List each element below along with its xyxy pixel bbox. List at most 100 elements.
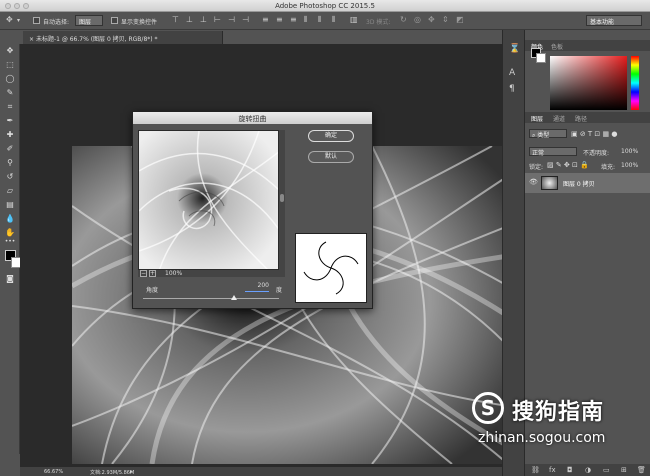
align-vcenter-icon[interactable]: ⊥ <box>186 15 193 24</box>
layer-style-icon[interactable]: fx <box>549 466 556 474</box>
document-tab[interactable]: × 未标题-1 @ 66.7% (图层 0 拷贝, RGB/8*) * <box>23 31 223 44</box>
angle-unit: 度 <box>276 287 283 294</box>
fill-value[interactable]: 100% <box>621 162 638 169</box>
align-top-icon[interactable]: ⊤ <box>172 15 179 24</box>
visibility-eye-icon[interactable]: 👁 <box>529 178 538 186</box>
app-title: Adobe Photoshop CC 2015.5 <box>275 2 375 10</box>
opacity-label: 不透明度: <box>583 150 610 157</box>
lock-icons[interactable]: ▨ ✎ ✥ ⊡ 🔒 <box>547 161 589 169</box>
distribute-vcenter-icon[interactable]: ≡ <box>276 15 283 24</box>
layer-row[interactable]: 👁 图层 0 拷贝 <box>525 173 650 193</box>
angle-slider-track[interactable] <box>143 298 279 299</box>
add-mask-icon[interactable]: ◘ <box>567 466 573 474</box>
status-doc-info[interactable]: 文档:2.93M/5.86M <box>90 469 134 476</box>
adjustment-layer-icon[interactable]: ◑ <box>585 466 591 474</box>
crop-tool-icon[interactable]: ⌗ <box>1 102 19 115</box>
distribute-top-icon[interactable]: ≡ <box>262 15 269 24</box>
watermark-url: zhinan.sogou.com <box>478 430 606 446</box>
layer-kind-filter[interactable]: ⌕ 类型 <box>529 129 567 139</box>
eraser-tool-icon[interactable]: ▱ <box>1 186 19 199</box>
zoom-in-button[interactable]: + <box>149 270 156 277</box>
filter-type-icons[interactable]: ▣ ⊘ T ⊡ ▦ ● <box>571 130 617 138</box>
filter-preview[interactable] <box>138 130 279 270</box>
distribute-bottom-icon[interactable]: ≡ <box>290 15 297 24</box>
tool-preset-dropdown-icon[interactable]: ▾ <box>17 17 20 24</box>
status-menu-chevron-icon[interactable]: ▸ <box>130 469 133 475</box>
options-bar: ✥ ▾ 自动选择: 图层 显示变换控件 ⊤ ⊥ ⊥ ⊢ ⊣ ⊣ ≡ ≡ ≡ ⫴ … <box>0 12 650 30</box>
workspace-switcher[interactable]: 基本功能 <box>586 15 642 26</box>
show-transform-label: 显示变换控件 <box>121 19 158 26</box>
angle-input[interactable]: 200 <box>245 282 269 292</box>
show-transform-checkbox[interactable] <box>111 17 118 24</box>
eyedropper-tool-icon[interactable]: ✒ <box>1 116 19 129</box>
scroll-thumb[interactable] <box>280 194 284 202</box>
status-zoom[interactable]: 66.67% <box>44 469 63 475</box>
zoom-out-button[interactable]: − <box>140 270 147 277</box>
align-hcenter-icon[interactable]: ⊣ <box>228 15 235 24</box>
new-group-icon[interactable]: ▭ <box>603 466 610 474</box>
title-bar: Adobe Photoshop CC 2015.5 <box>0 0 650 12</box>
tools-panel: ✥ ⬚ ◯ ✎ ⌗ ✒ ✚ ✐ ⚲ ↺ ▱ ▤ 💧 ✋ ••• ◙ <box>0 44 22 454</box>
twirl-dialog: 旋转扭曲 − + 100% 角度 200 度 确定 默认 <box>132 111 373 309</box>
quick-select-tool-icon[interactable]: ✎ <box>1 88 19 101</box>
new-layer-icon[interactable]: ⊞ <box>621 466 627 474</box>
preview-zoom-value: 100% <box>165 270 183 277</box>
layer-name[interactable]: 图层 0 拷贝 <box>563 179 595 188</box>
opacity-value[interactable]: 100% <box>621 148 638 155</box>
close-tab-icon[interactable]: × <box>29 36 36 43</box>
distribute-right-icon[interactable]: ⫴ <box>332 15 335 25</box>
lasso-tool-icon[interactable]: ◯ <box>1 74 19 87</box>
gradient-tool-icon[interactable]: ▤ <box>1 200 19 213</box>
default-button[interactable]: 默认 <box>308 151 354 163</box>
preview-artwork <box>139 131 278 269</box>
ok-button[interactable]: 确定 <box>308 130 354 142</box>
dialog-title: 旋转扭曲 <box>133 112 372 124</box>
tab-layers[interactable]: 图层 <box>531 114 543 123</box>
link-layers-icon[interactable]: ⛓ <box>531 466 540 474</box>
auto-select-dropdown[interactable]: 图层 <box>75 15 103 26</box>
align-left-icon[interactable]: ⊢ <box>214 15 221 24</box>
document-tab-label: 未标题-1 @ 66.7% (图层 0 拷贝, RGB/8*) * <box>35 36 158 43</box>
history-panel-icon[interactable]: ⌛ <box>509 44 520 54</box>
3d-mode-label: 3D 模式: <box>366 19 391 26</box>
distribute-left-icon[interactable]: ⫴ <box>304 15 307 25</box>
delete-layer-icon[interactable]: 🗑 <box>637 466 646 474</box>
blur-tool-icon[interactable]: 💧 <box>1 214 19 227</box>
layers-panel-tabs: 图层 通道 路径 <box>525 112 650 123</box>
clone-stamp-tool-icon[interactable]: ⚲ <box>1 158 19 171</box>
character-panel-icon[interactable]: A <box>509 68 515 78</box>
move-tool-icon[interactable]: ✥ <box>1 46 19 59</box>
3d-orbit-icon[interactable]: ↻ <box>400 15 407 24</box>
brush-tool-icon[interactable]: ✐ <box>1 144 19 157</box>
status-bar: 66.67% 文档:2.93M/5.86M ▸ <box>20 466 502 476</box>
angle-label: 角度 <box>146 287 159 294</box>
healing-brush-tool-icon[interactable]: ✚ <box>1 130 19 143</box>
align-bottom-icon[interactable]: ⊥ <box>200 15 207 24</box>
quick-mask-icon[interactable]: ◙ <box>1 274 19 287</box>
watermark-brand: 搜狗指南 <box>512 400 605 425</box>
marquee-tool-icon[interactable]: ⬚ <box>1 60 19 73</box>
auto-select-checkbox[interactable] <box>33 17 40 24</box>
preview-vertical-scrollbar[interactable] <box>279 130 285 270</box>
tab-paths[interactable]: 路径 <box>575 114 587 123</box>
angle-slider-thumb[interactable] <box>231 295 238 300</box>
distribute-hcenter-icon[interactable]: ⫴ <box>318 15 321 25</box>
hue-slider[interactable] <box>631 56 639 110</box>
paragraph-panel-icon[interactable]: ¶ <box>509 84 515 94</box>
3d-scale-icon[interactable]: ◩ <box>456 15 464 24</box>
3d-roll-icon[interactable]: ◎ <box>414 15 421 24</box>
twirl-shape-icon <box>303 241 359 295</box>
auto-align-icon[interactable]: ▥ <box>350 15 358 24</box>
history-brush-tool-icon[interactable]: ↺ <box>1 172 19 185</box>
3d-drag-icon[interactable]: ✥ <box>428 15 435 24</box>
color-panel-background[interactable] <box>536 53 546 63</box>
tab-channels[interactable]: 通道 <box>553 114 565 123</box>
auto-select-label: 自动选择: <box>43 19 70 26</box>
blend-mode-dropdown[interactable]: 正常 <box>529 147 577 157</box>
preview-horizontal-scrollbar[interactable] <box>138 270 285 277</box>
move-tool-icon[interactable]: ✥ <box>6 15 13 24</box>
lock-label: 锁定: <box>529 164 544 171</box>
3d-slide-icon[interactable]: ⇕ <box>442 15 449 24</box>
color-spectrum-field[interactable] <box>550 56 627 110</box>
align-right-icon[interactable]: ⊣ <box>242 15 249 24</box>
